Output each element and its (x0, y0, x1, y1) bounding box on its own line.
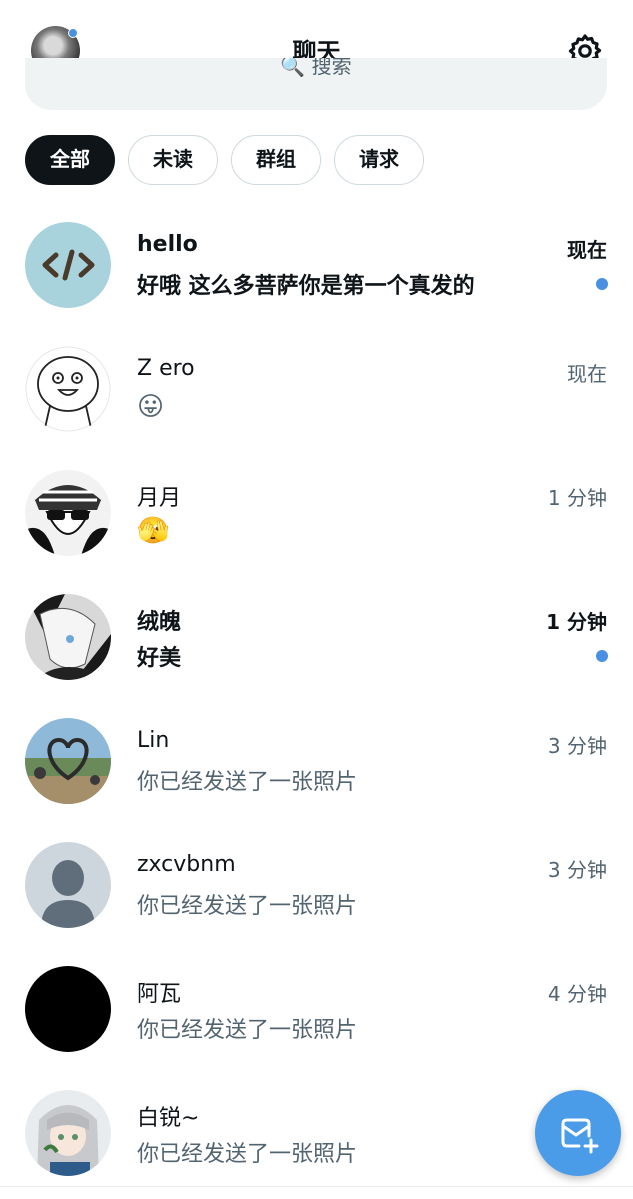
conversation-time: 3 分钟 (547, 858, 607, 882)
conversation-name: Lin (137, 728, 170, 753)
conversation-time: 1 分钟 (546, 610, 607, 634)
unread-indicator (596, 650, 608, 662)
conversation-name: hello (137, 232, 198, 257)
conversation-preview: 你已经发送了一张照片 (137, 1018, 358, 1043)
manga-sunglasses (25, 470, 111, 556)
conversation-preview: 好哦 这么多菩萨你是第一个真发的 (137, 274, 475, 299)
filter-chips: 全部 未读 群组 请求 (25, 135, 424, 185)
conversation-name: 阿瓦 (137, 982, 182, 1007)
conversation-name: 绒魄 (137, 610, 182, 635)
conversation-name: Z ero (137, 356, 195, 381)
default-person (25, 842, 111, 928)
filter-chip-requests[interactable]: 请求 (334, 135, 424, 185)
conversation-name: zxcvbnm (137, 852, 236, 877)
conversation-preview: 你已经发送了一张照片 (137, 770, 358, 795)
conversation-time: 1 分钟 (547, 486, 607, 510)
photo-heart-frame (25, 718, 111, 804)
anime-silver-hair (25, 1090, 111, 1176)
conversation-row[interactable]: Lin 你已经发送了一张照片 3 分钟 (0, 696, 633, 820)
conversation-time: 3 分钟 (547, 734, 607, 758)
black-circle (25, 966, 111, 1052)
conversation-row[interactable]: Z ero 😛 现在 (0, 324, 633, 448)
search-placeholder: 🔍 搜索 (280, 58, 352, 78)
doodle-face (25, 346, 111, 432)
conversation-row[interactable]: hello 好哦 这么多菩萨你是第一个真发的 现在 (0, 200, 633, 324)
conversation-time: 现在 (567, 238, 607, 262)
filter-chip-unread[interactable]: 未读 (128, 135, 218, 185)
conversation-preview: 🫣 (137, 516, 170, 546)
new-message-button[interactable] (535, 1090, 621, 1176)
conversation-name: 白锐~ (137, 1106, 200, 1131)
filter-chip-all[interactable]: 全部 (25, 135, 115, 185)
conversation-preview: 你已经发送了一张照片 (137, 894, 358, 919)
filter-chip-groups[interactable]: 群组 (231, 135, 321, 185)
conversation-preview: 好美 (137, 646, 182, 671)
conversation-preview: 😛 (137, 392, 165, 422)
search-bar[interactable]: 🔍 搜索 (25, 58, 607, 110)
bottom-divider (0, 1186, 633, 1187)
conversation-time: 4 分钟 (547, 982, 607, 1006)
anime-white-hair (25, 594, 111, 680)
conversation-row[interactable]: 绒魄 好美 1 分钟 (0, 572, 633, 696)
conversation-time: 现在 (567, 362, 607, 386)
conversation-row[interactable]: 月月 🫣 1 分钟 (0, 448, 633, 572)
conversation-row[interactable]: 阿瓦 你已经发送了一张照片 4 分钟 (0, 944, 633, 1068)
new-message-icon (561, 1118, 599, 1154)
conversation-preview: 你已经发送了一张照片 (137, 1142, 358, 1167)
code-icon (25, 222, 111, 308)
unread-indicator (596, 278, 608, 290)
conversation-row[interactable]: zxcvbnm 你已经发送了一张照片 3 分钟 (0, 820, 633, 944)
conversation-name: 月月 (137, 486, 182, 511)
